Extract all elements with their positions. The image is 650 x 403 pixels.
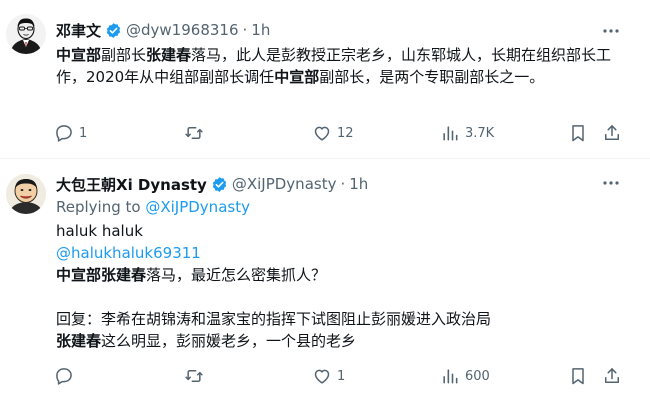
timestamp[interactable]: 1h: [349, 175, 368, 193]
separator-dot: ·: [340, 175, 346, 193]
text-segment: 张建春: [56, 332, 102, 350]
like-button[interactable]: 12: [312, 122, 354, 144]
author-name[interactable]: 大包王朝Xi Dynasty: [56, 174, 207, 195]
verified-badge-icon: [211, 176, 228, 193]
analytics-icon: [443, 369, 458, 384]
avatar-portrait-icon: [6, 14, 46, 54]
tweet-header: 大包王朝Xi Dynasty @XiJPDynasty · 1h: [56, 174, 368, 194]
author-name[interactable]: 邓聿文: [56, 20, 101, 41]
replying-to: Replying to @XiJPDynasty: [56, 198, 250, 216]
analytics-icon: [443, 126, 458, 141]
tweet-divider: [0, 158, 650, 159]
tweet-2[interactable]: 大包王朝Xi Dynasty @XiJPDynasty · 1h Replyin…: [0, 160, 650, 403]
replying-label: Replying to: [56, 198, 146, 216]
share-button[interactable]: [602, 365, 622, 387]
bookmark-button[interactable]: [568, 122, 588, 144]
reply-icon: [56, 368, 72, 385]
action-bar: 1 600: [54, 365, 624, 387]
view-count: 3.7K: [465, 125, 495, 141]
tweet-text-line: 张建春这么明显，彭丽媛老乡，一个县的老乡: [56, 330, 356, 352]
avatar[interactable]: [6, 174, 46, 214]
retweet-icon: [185, 370, 203, 382]
reply-icon: [56, 125, 72, 142]
more-options-button[interactable]: [602, 22, 620, 40]
text-segment: 中宣部: [56, 46, 102, 64]
retweet-icon: [185, 127, 203, 139]
quoted-name: haluk haluk: [56, 222, 143, 240]
timestamp[interactable]: 1h: [251, 21, 270, 39]
tweet-text-line: 中宣部张建春落马，最近怎么密集抓人？: [56, 264, 326, 286]
author-handle[interactable]: @XiJPDynasty: [232, 175, 337, 193]
text-segment: 落马，最近怎么密集抓人？: [146, 266, 327, 284]
like-count: 12: [337, 125, 354, 141]
views-button[interactable]: 600: [440, 365, 490, 387]
text-segment: 这么明显，彭丽媛老乡，一个县的老乡: [101, 332, 357, 350]
tweet-1[interactable]: 邓聿文 @dyw1968316 · 1h 中宣部副部长张建春落马，此人是彭教授正…: [0, 0, 650, 160]
like-button[interactable]: 1: [312, 365, 345, 387]
tweet-text: 中宣部副部长张建春落马，此人是彭教授正宗老乡，山东郓城人，长期在组织部长工作，2…: [56, 44, 616, 88]
reply-button[interactable]: 1: [54, 122, 87, 144]
view-count: 600: [465, 368, 490, 384]
share-icon: [605, 125, 619, 140]
heart-icon: [314, 126, 330, 141]
like-count: 1: [337, 368, 346, 384]
reply-button[interactable]: [54, 365, 79, 387]
views-button[interactable]: 3.7K: [440, 122, 494, 144]
retweet-button[interactable]: [184, 365, 209, 387]
avatar[interactable]: [6, 14, 46, 54]
bookmark-icon: [572, 368, 584, 385]
text-segment: 中宣部: [274, 68, 320, 86]
author-handle[interactable]: @dyw1968316: [126, 21, 238, 39]
bookmark-icon: [572, 125, 584, 142]
text-segment: 副部长，是两个专职副部长之一。: [319, 68, 545, 86]
replying-handle-link[interactable]: @XiJPDynasty: [145, 198, 250, 216]
bookmark-button[interactable]: [568, 365, 588, 387]
heart-icon: [314, 369, 330, 384]
action-bar: 1 12 3.7K: [54, 122, 624, 144]
avatar-cartoon-icon: [6, 174, 46, 214]
reply-count: 1: [79, 125, 88, 141]
text-segment: 中宣部张建春: [56, 266, 147, 284]
more-dots-icon: [603, 29, 619, 33]
retweet-button[interactable]: [184, 122, 209, 144]
verified-badge-icon: [105, 22, 122, 39]
more-dots-icon: [603, 181, 619, 185]
mention-link[interactable]: @halukhaluk69311: [56, 242, 201, 264]
more-options-button[interactable]: [602, 174, 620, 192]
separator-dot: ·: [242, 21, 248, 39]
text-segment: 副部长: [101, 46, 147, 64]
tweet-header: 邓聿文 @dyw1968316 · 1h: [56, 20, 270, 40]
share-button[interactable]: [602, 122, 622, 144]
text-segment: 张建春: [146, 46, 192, 64]
share-icon: [605, 368, 619, 383]
tweet-text-line: 回复：李希在胡锦涛和温家宝的指挥下试图阻止彭丽媛进入政治局: [56, 310, 492, 328]
